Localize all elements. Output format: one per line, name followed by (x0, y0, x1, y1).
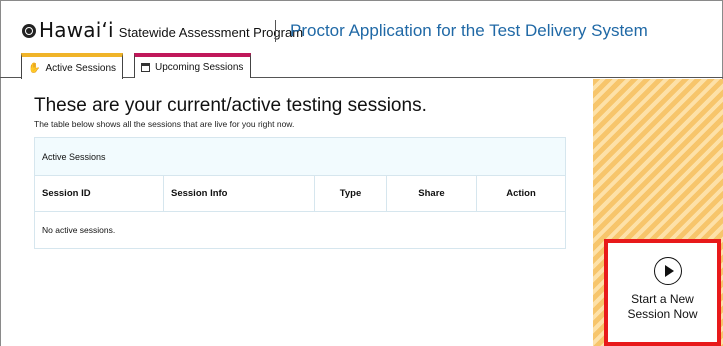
start-session-label-line2: Session Now (627, 307, 698, 321)
hawaii-logo: Hawai‘i Statewide Assessment Program (22, 18, 303, 42)
header: Hawai‘i Statewide Assessment Program Pro… (0, 0, 723, 56)
play-icon (654, 257, 682, 285)
main-content: These are your current/active testing se… (0, 79, 593, 346)
column-action: Action (506, 188, 536, 199)
table-header: Session ID Session Info Type Share Actio… (35, 176, 565, 212)
page-title: These are your current/active testing se… (34, 95, 427, 116)
active-sessions-panel: Active Sessions Session ID Session Info … (34, 137, 566, 249)
page-subtitle: The table below shows all the sessions t… (34, 119, 295, 129)
tab-active-sessions[interactable]: ✋ Active Sessions (21, 53, 123, 79)
column-share: Share (387, 176, 477, 211)
hand-icon: ✋ (28, 62, 41, 74)
logo-name: Hawai‘i (39, 18, 114, 42)
calendar-icon (141, 63, 150, 72)
tab-label: Active Sessions (45, 62, 117, 74)
tab-upcoming-sessions[interactable]: Upcoming Sessions (134, 53, 251, 78)
empty-message: No active sessions. (42, 225, 116, 235)
tab-label: Upcoming Sessions (155, 62, 244, 73)
start-new-session-button[interactable]: Start a New Session Now (604, 239, 721, 346)
column-type: Type (315, 176, 387, 211)
seal-icon (22, 24, 36, 38)
column-session-id: Session ID (35, 176, 164, 211)
panel-title: Active Sessions (35, 138, 565, 176)
start-session-label-line1: Start a New (631, 292, 694, 306)
column-session-info: Session Info (164, 176, 315, 211)
app-title: Proctor Application for the Test Deliver… (290, 21, 648, 40)
header-divider (275, 20, 276, 42)
start-session-label: Start a New Session Now (608, 292, 717, 322)
tab-bar: ✋ Active Sessions Upcoming Sessions (0, 52, 723, 79)
